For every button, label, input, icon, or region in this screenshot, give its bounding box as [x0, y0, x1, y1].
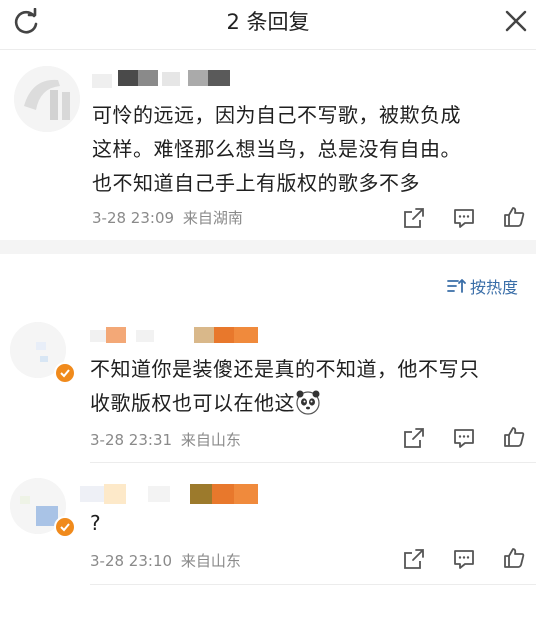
- reply-line: 收歌版权也可以在他这: [90, 391, 295, 415]
- like-icon[interactable]: [502, 546, 526, 570]
- header-bar: 2 条回复: [0, 0, 536, 48]
- timestamp: 3-28 23:09: [92, 209, 175, 227]
- forward-icon[interactable]: [402, 547, 426, 571]
- verified-badge-icon: [54, 362, 76, 384]
- avatar[interactable]: [14, 66, 80, 132]
- avatar-image-icon: [14, 66, 80, 132]
- forward-icon[interactable]: [402, 206, 426, 230]
- username-mosaic[interactable]: [92, 70, 242, 88]
- comment-line: 可怜的远远，因为自己不写歌，被欺负成: [92, 103, 461, 127]
- reply-text: ?: [90, 506, 530, 540]
- location: 来自湖南: [182, 209, 243, 227]
- username-mosaic[interactable]: [90, 327, 260, 343]
- location: 来自山东: [180, 431, 241, 449]
- comment-icon[interactable]: [452, 206, 476, 230]
- sort-by-hot-button[interactable]: 按热度: [446, 274, 530, 298]
- username-mosaic[interactable]: [80, 484, 260, 504]
- comment-meta: 3-28 23:09 来自湖南: [92, 207, 243, 228]
- timestamp: 3-28 23:10: [90, 552, 173, 570]
- section-divider: [0, 240, 536, 254]
- location: 来自山东: [180, 552, 241, 570]
- panda-emoji-icon: [296, 390, 320, 415]
- comment-icon[interactable]: [452, 426, 476, 450]
- like-icon[interactable]: [502, 425, 526, 449]
- reply-meta: 3-28 23:31 来自山东: [90, 429, 241, 450]
- verified-badge-icon: [54, 516, 76, 538]
- reply-line: ?: [90, 511, 102, 535]
- timestamp: 3-28 23:31: [90, 431, 173, 449]
- reply-text: 不知道你是装傻还是真的不知道，他不写只 收歌版权也可以在他这: [90, 352, 530, 420]
- comment-line: 也不知道自己手上有版权的歌多不多: [92, 171, 420, 195]
- page-title: 2 条回复: [226, 10, 310, 34]
- forward-icon[interactable]: [402, 426, 426, 450]
- header-divider: [0, 49, 536, 50]
- close-icon[interactable]: [503, 8, 529, 34]
- comment-icon[interactable]: [452, 547, 476, 571]
- reply-meta: 3-28 23:10 来自山东: [90, 550, 241, 571]
- sort-label: 按热度: [470, 278, 519, 297]
- comment-line: 这样。难怪那么想当鸟，总是没有自由。: [92, 137, 461, 161]
- like-icon[interactable]: [502, 205, 526, 229]
- reply-line: 不知道你是装傻还是真的不知道，他不写只: [90, 357, 480, 381]
- row-divider: [90, 462, 536, 463]
- comment-text: 可怜的远远，因为自己不写歌，被欺负成 这样。难怪那么想当鸟，总是没有自由。 也不…: [92, 98, 532, 200]
- row-divider: [90, 584, 536, 585]
- sort-icon: [447, 279, 466, 293]
